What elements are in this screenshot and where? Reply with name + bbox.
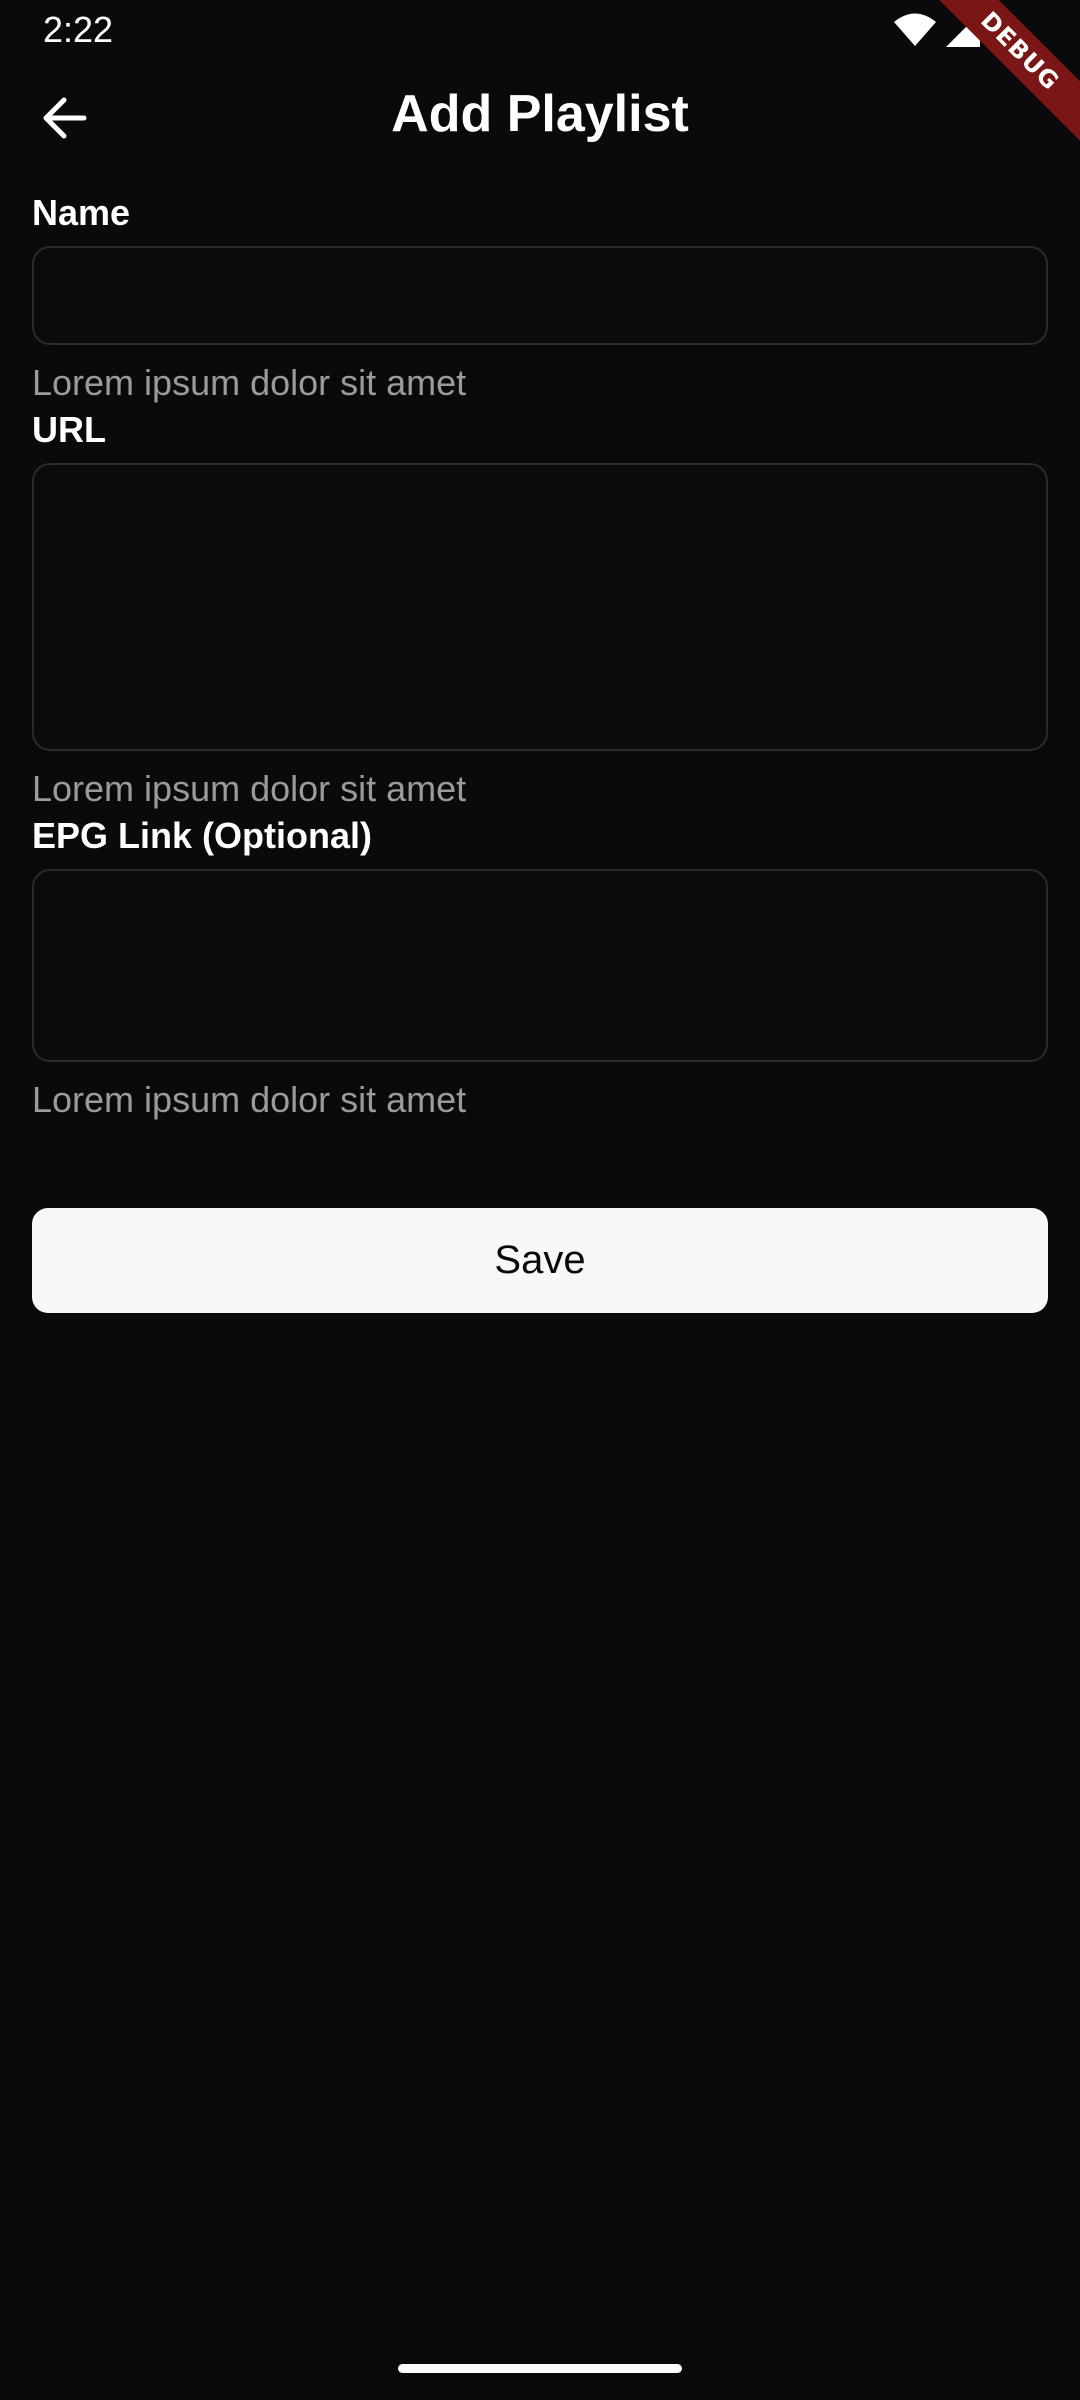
wifi-icon xyxy=(894,13,936,47)
home-indicator[interactable] xyxy=(398,2364,682,2373)
url-label: URL xyxy=(32,409,106,450)
epg-field-group: EPG Link (Optional) Lorem ipsum dolor si… xyxy=(32,811,1048,1122)
playlist-form: Name Lorem ipsum dolor sit amet URL Lore… xyxy=(32,188,1048,1122)
status-time: 2:22 xyxy=(43,9,114,50)
save-button[interactable]: Save xyxy=(32,1208,1048,1313)
epg-help-text: Lorem ipsum dolor sit amet xyxy=(32,1079,467,1120)
url-field-group: URL Lorem ipsum dolor sit amet xyxy=(32,405,1048,811)
name-label: Name xyxy=(32,192,131,233)
url-input[interactable] xyxy=(32,463,1048,751)
epg-label: EPG Link (Optional) xyxy=(32,815,372,856)
epg-input[interactable] xyxy=(32,869,1048,1062)
name-input[interactable] xyxy=(32,246,1048,345)
url-help-text: Lorem ipsum dolor sit amet xyxy=(32,768,467,809)
status-bar: 2:22 xyxy=(0,0,1080,60)
name-field-group: Name Lorem ipsum dolor sit amet xyxy=(32,188,1048,405)
page-title: Add Playlist xyxy=(391,85,689,143)
app-bar: Add Playlist xyxy=(0,60,1080,170)
name-help-text: Lorem ipsum dolor sit amet xyxy=(32,362,467,403)
